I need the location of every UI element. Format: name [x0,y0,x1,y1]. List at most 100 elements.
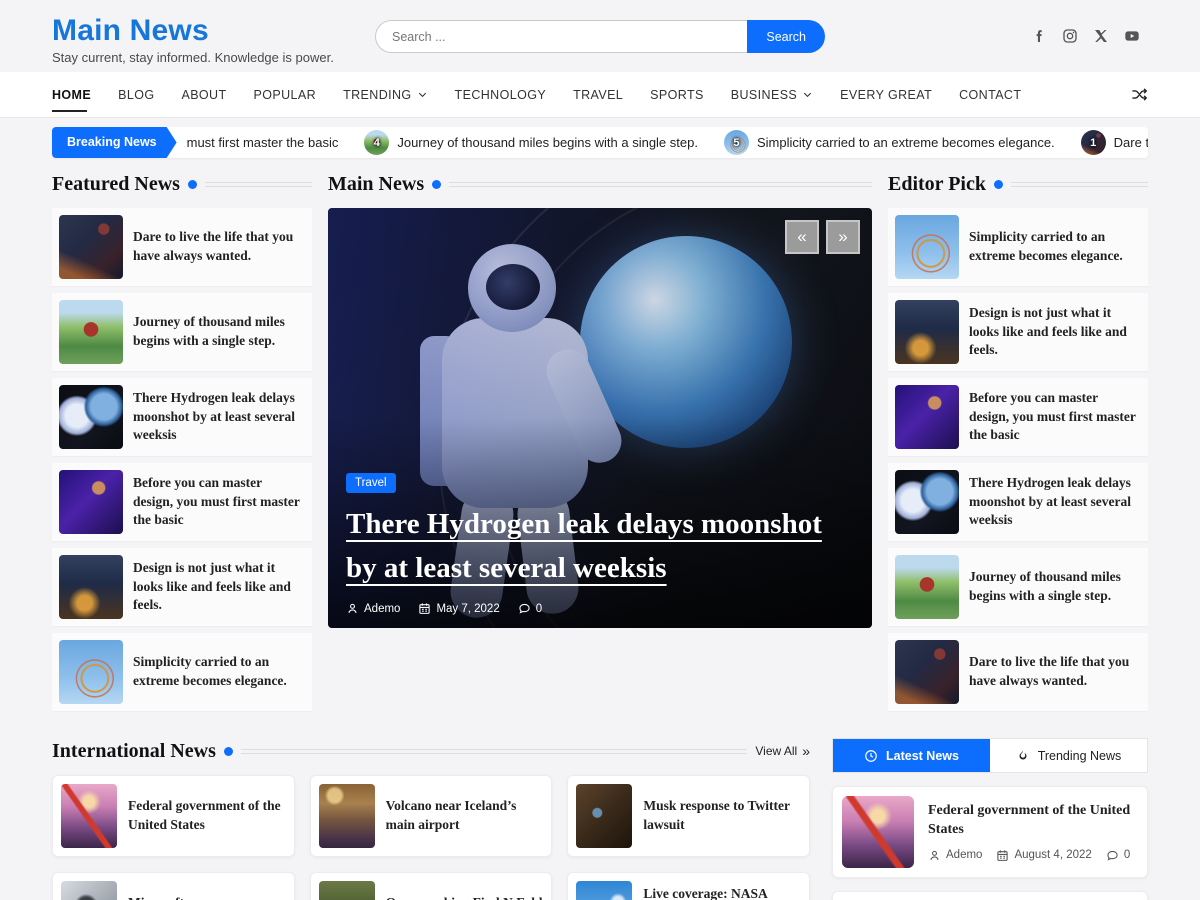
ticker-item[interactable]: 4Journey of thousand miles begins with a… [364,130,698,155]
nav-item-popular[interactable]: POPULAR [254,72,317,118]
ticker-item[interactable]: must first master the basic [187,135,339,150]
nav-item-travel[interactable]: TRAVEL [573,72,623,118]
ticker-number: 1 [1090,137,1096,149]
article-card[interactable]: Oppo working Find N Fold and Find [310,872,553,900]
article-title: Volcano near Iceland’s main airport [386,797,544,835]
article-title: Live coverage: NASA scrubs second Artemi… [643,885,801,900]
sidebar: Latest News Trending News Federal govern… [832,738,1148,900]
ticker-avatar: 1 [1081,130,1106,155]
tab-latest-news[interactable]: Latest News [833,739,990,772]
section-header: Main News [328,171,872,197]
section-rule [1011,182,1148,187]
view-all-link[interactable]: View All» [755,744,810,758]
article-list-item[interactable]: Before you can master design, you must f… [52,463,312,541]
article-list-item[interactable]: Before you can master design, you must f… [888,378,1148,456]
article-list-item[interactable]: Simplicity carried to an extreme becomes… [888,208,1148,286]
search-button[interactable]: Search [747,20,825,53]
site-header: Main News Stay current, stay informed. K… [0,0,1200,72]
brand-block: Main News Stay current, stay informed. K… [52,8,334,65]
date-meta: August 4, 2022 [996,849,1091,862]
section-dot [994,180,1003,189]
section-rule [241,749,748,754]
nav-item-contact[interactable]: CONTACT [959,72,1021,118]
chevron-down-icon [802,89,813,100]
ticker-text: Simplicity carried to an extreme becomes… [757,135,1055,150]
x-twitter-icon[interactable] [1093,28,1109,44]
tab-label: Latest News [886,749,959,763]
article-list-item[interactable]: There Hydrogen leak delays moonshot by a… [888,463,1148,541]
sidebar-article-card[interactable]: Volcano near Iceland’s main airport Adem… [832,891,1148,900]
nav-item-about[interactable]: ABOUT [181,72,226,118]
ticker-number: 4 [374,137,380,149]
sidebar-card-body: Federal government of the United States … [928,802,1138,862]
comments-meta: 0 [1106,849,1130,862]
slider-next-button[interactable]: » [826,220,860,254]
article-title: Oppo working Find N Fold and Find [386,894,544,900]
article-list-item[interactable]: Journey of thousand miles begins with a … [52,293,312,371]
search-input[interactable] [375,20,747,53]
tab-trending-news[interactable]: Trending News [990,739,1147,772]
nav-label: TECHNOLOGY [455,88,547,102]
ticker-text: must first master the basic [187,135,339,150]
tab-label: Trending News [1038,749,1122,763]
article-thumbnail [895,555,959,619]
article-card[interactable]: Volcano near Iceland’s main airport [310,775,553,857]
category-badge[interactable]: Travel [346,473,396,493]
featured-news-section: Featured News Dare to live the life that… [52,171,312,718]
nav-item-blog[interactable]: BLOG [118,72,154,118]
hero-slider: « » Travel There Hydrogen leak delays mo… [328,208,872,628]
instagram-icon[interactable] [1062,28,1078,44]
article-thumbnail [895,640,959,704]
site-title[interactable]: Main News [52,14,334,47]
clock-icon [864,749,878,763]
nav-item-every-great[interactable]: EVERY GREAT [840,72,932,118]
youtube-icon[interactable] [1124,28,1140,44]
ticker-avatar: 4 [364,130,389,155]
article-list-item[interactable]: Dare to live the life that you have alwa… [52,208,312,286]
international-news-section: International News View All» Federal gov… [52,738,810,900]
article-thumbnail [59,385,123,449]
hero-meta: Ademo May 7, 2022 0 [346,602,854,615]
nav-item-trending[interactable]: TRENDING [343,72,427,118]
article-title: Dare to live the life that you have alwa… [133,228,305,266]
ticker-item[interactable]: 5Simplicity carried to an extreme become… [724,130,1055,155]
article-list-item[interactable]: Dare to live the life that you have alwa… [888,633,1148,711]
article-card[interactable]: Microsoft announces native Teams [52,872,295,900]
hero-article-title[interactable]: There Hydrogen leak delays moonshot by a… [346,503,854,590]
ticker-item[interactable]: 1Dare to live the life that you have alw… [1081,130,1148,155]
article-list-item[interactable]: Simplicity carried to an extreme becomes… [52,633,312,711]
article-title: Microsoft announces native Teams [128,894,286,900]
sidebar-tabs: Latest News Trending News [832,738,1148,773]
nav-item-sports[interactable]: SPORTS [650,72,704,118]
article-list-item[interactable]: Journey of thousand miles begins with a … [888,548,1148,626]
article-thumbnail [59,300,123,364]
nav-label: BUSINESS [731,88,797,102]
slider-prev-button[interactable]: « [785,220,819,254]
author-name: Ademo [364,603,400,615]
section-dot [224,747,233,756]
article-list-item[interactable]: Design is not just what it looks like an… [52,548,312,626]
article-title: Simplicity carried to an extreme becomes… [969,228,1141,266]
article-card[interactable]: Musk response to Twitter lawsuit [567,775,810,857]
international-cards-row: Microsoft announces native Teams Oppo wo… [52,872,810,900]
calendar-icon [418,602,431,615]
breaking-news-badge: Breaking News [52,127,177,158]
article-title: Musk response to Twitter lawsuit [643,797,801,835]
shuffle-icon[interactable] [1131,86,1148,103]
article-list-item[interactable]: There Hydrogen leak delays moonshot by a… [52,378,312,456]
nav-item-technology[interactable]: TECHNOLOGY [455,72,547,118]
nav-item-home[interactable]: HOME [52,72,91,118]
lower-left-column: International News View All» Federal gov… [52,738,810,900]
article-card[interactable]: Federal government of the United States [52,775,295,857]
nav-label: ABOUT [181,88,226,102]
article-card[interactable]: Live coverage: NASA scrubs second Artemi… [567,872,810,900]
article-thumbnail [895,385,959,449]
nav-label: TRENDING [343,88,411,102]
date-meta: May 7, 2022 [418,602,499,615]
sidebar-article-card[interactable]: Federal government of the United States … [832,786,1148,878]
nav-item-business[interactable]: BUSINESS [731,72,813,118]
article-title: Before you can master design, you must f… [133,474,305,531]
nav-label: TRAVEL [573,88,623,102]
article-list-item[interactable]: Design is not just what it looks like an… [888,293,1148,371]
facebook-icon[interactable] [1031,28,1047,44]
